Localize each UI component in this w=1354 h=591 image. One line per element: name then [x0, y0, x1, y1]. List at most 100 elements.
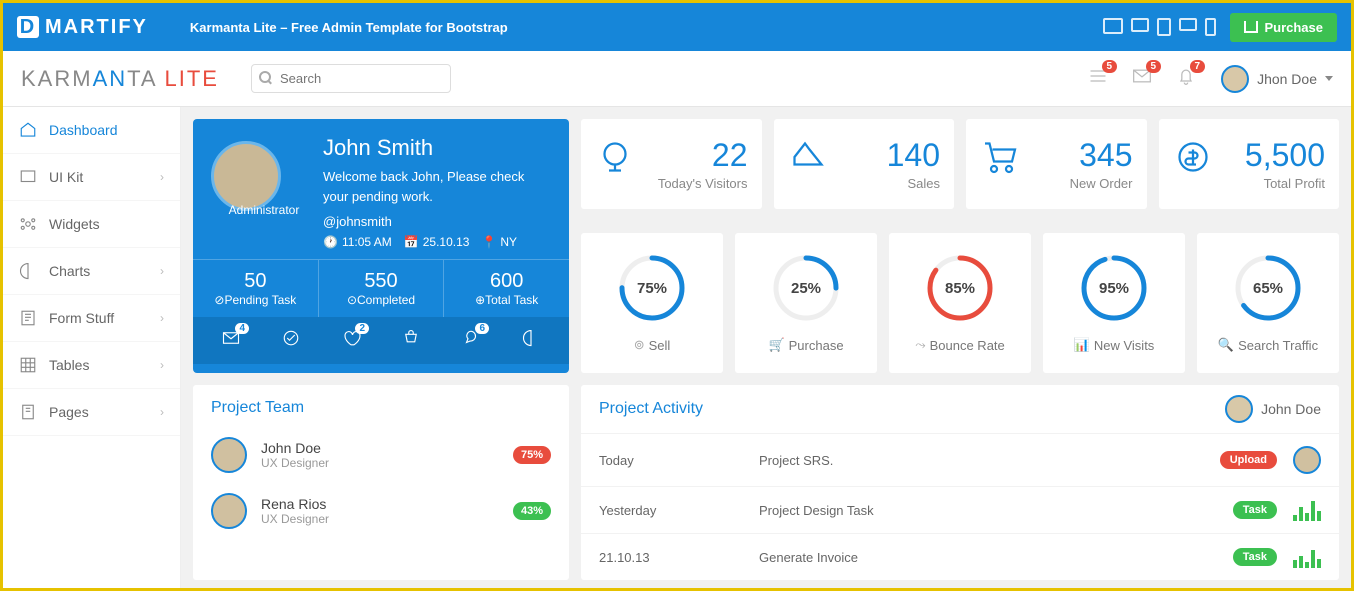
member-role: UX Designer — [261, 512, 329, 526]
ring-card: 85% ⤳Bounce Rate — [889, 233, 1031, 373]
badge: 7 — [1190, 60, 1206, 73]
tablet-landscape-icon[interactable] — [1179, 18, 1197, 31]
profile-quick-icon[interactable] — [281, 329, 301, 352]
kpi-label: New Order — [980, 176, 1133, 191]
profile-meta: 🕐 11:05 AM 📅 25.10.13 📍 NY — [323, 235, 551, 249]
badge: 6 — [475, 323, 489, 334]
profile-handle: @johnsmith — [323, 214, 551, 229]
bell-icon[interactable]: 7 — [1175, 66, 1197, 91]
sidebar-item-tables[interactable]: Tables› — [3, 342, 180, 389]
member-pct: 75% — [513, 446, 551, 464]
kpi-icon — [790, 139, 826, 175]
ring-card: 95%📊New Visits — [1043, 233, 1185, 373]
ring-label: 🛒Purchase — [743, 337, 869, 353]
desktop-icon[interactable] — [1103, 18, 1123, 34]
tagline: Karmanta Lite – Free Admin Template for … — [190, 20, 508, 35]
app-logo[interactable]: KARMANTA LITE — [21, 66, 219, 92]
profile-quick-icon[interactable]: 6 — [461, 329, 481, 352]
kpi-card: 140Sales — [774, 119, 955, 209]
activity-what: Project Design Task — [759, 503, 1233, 518]
search-input[interactable] — [251, 64, 451, 93]
nav-label: Charts — [49, 263, 90, 279]
nav-label: Form Stuff — [49, 310, 114, 326]
avatar — [1293, 446, 1321, 474]
nav-icon — [19, 215, 37, 233]
kpi-label: Total Profit — [1173, 176, 1326, 191]
activity-when: 21.10.13 — [599, 550, 759, 565]
badge: 4 — [235, 323, 249, 334]
team-title: Project Team — [193, 385, 569, 427]
profile-card: Administrator John Smith Welcome back Jo… — [193, 119, 569, 373]
nav-icon — [19, 356, 37, 374]
team-row[interactable]: Rena RiosUX Designer43% — [193, 483, 569, 539]
activity-what: Generate Invoice — [759, 550, 1233, 565]
ring-label: ⤳Bounce Rate — [897, 337, 1023, 353]
chevron-right-icon: › — [160, 405, 164, 419]
activity-tag: Task — [1233, 501, 1277, 519]
sparkline — [1293, 499, 1321, 521]
chevron-right-icon: › — [160, 311, 164, 325]
chevron-right-icon: › — [160, 264, 164, 278]
mail-icon[interactable]: 5 — [1131, 66, 1153, 91]
profile-avatar — [211, 141, 281, 211]
activity-user[interactable]: John Doe — [1225, 395, 1321, 423]
nav-icon — [19, 262, 37, 280]
sidebar-item-form-stuff[interactable]: Form Stuff › — [3, 295, 180, 342]
clock-icon: 🕐 11:05 AM — [323, 235, 392, 249]
sidebar-item-pages[interactable]: Pages › — [3, 389, 180, 436]
brand-logo[interactable]: DMARTIFY — [17, 16, 148, 39]
profile-quick-icon[interactable]: 2 — [341, 329, 361, 352]
user-menu[interactable]: Jhon Doe — [1221, 65, 1333, 93]
activity-when: Today — [599, 453, 759, 468]
nav-icon — [19, 403, 37, 421]
profile-quick-icon[interactable]: 4 — [221, 329, 241, 352]
phone-icon[interactable] — [1205, 18, 1216, 36]
kpi-card: 5,500Total Profit — [1159, 119, 1340, 209]
tablet-icon[interactable] — [1157, 18, 1171, 36]
avatar — [1221, 65, 1249, 93]
profile-stat: 50⊘Pending Task — [193, 260, 319, 317]
sidebar-item-widgets[interactable]: Widgets — [3, 201, 180, 248]
nav-label: Dashboard — [49, 122, 118, 138]
nav-label: Tables — [49, 357, 89, 373]
activity-row: 21.10.13Generate InvoiceTask — [581, 533, 1339, 580]
activity-panel: Project Activity John Doe TodayProject S… — [581, 385, 1339, 580]
nav-label: Widgets — [49, 216, 100, 232]
ring-label: 🔍Search Traffic — [1205, 337, 1331, 353]
profile-quick-icon[interactable] — [401, 329, 421, 352]
ring-pct: 85% — [925, 253, 995, 323]
member-name: Rena Rios — [261, 496, 329, 512]
member-role: UX Designer — [261, 456, 329, 470]
ring-card: 65% 🔍Search Traffic — [1197, 233, 1339, 373]
nav-icon — [19, 168, 37, 186]
ring-card: 25% 🛒Purchase — [735, 233, 877, 373]
chevron-down-icon — [1325, 76, 1333, 81]
header-bar: KARMANTA LITE 5 5 7 Jhon Doe — [3, 51, 1351, 107]
kpi-card: 22Today's Visitors — [581, 119, 762, 209]
profile-quick-icon[interactable] — [521, 329, 541, 352]
ring-pct: 65% — [1233, 253, 1303, 323]
ring-label: ⊚Sell — [589, 337, 715, 353]
top-bar: DMARTIFY Karmanta Lite – Free Admin Temp… — [3, 3, 1351, 51]
chevron-right-icon: › — [160, 170, 164, 184]
nav-label: Pages — [49, 404, 89, 420]
laptop-icon[interactable] — [1131, 18, 1149, 32]
team-row[interactable]: John DoeUX Designer 75% — [193, 427, 569, 483]
ring-pct: 25% — [771, 253, 841, 323]
purchase-button[interactable]: Purchase — [1230, 13, 1337, 42]
badge: 5 — [1102, 60, 1118, 73]
activity-tag: Upload — [1220, 451, 1277, 469]
nav-icon — [19, 121, 37, 139]
sidebar-item-charts[interactable]: Charts › — [3, 248, 180, 295]
nav-label: UI Kit — [49, 169, 83, 185]
profile-role: Administrator — [219, 203, 309, 217]
sidebar: Dashboard UI Kit › Widgets Charts › Form S… — [3, 107, 181, 588]
sidebar-item-dashboard[interactable]: Dashboard — [3, 107, 180, 154]
calendar-icon: 📅 25.10.13 — [404, 235, 470, 249]
tasks-icon[interactable]: 5 — [1087, 66, 1109, 91]
avatar — [1225, 395, 1253, 423]
activity-row: YesterdayProject Design TaskTask — [581, 486, 1339, 533]
search-icon — [259, 71, 271, 83]
sidebar-item-ui-kit[interactable]: UI Kit › — [3, 154, 180, 201]
member-name: John Doe — [261, 440, 329, 456]
